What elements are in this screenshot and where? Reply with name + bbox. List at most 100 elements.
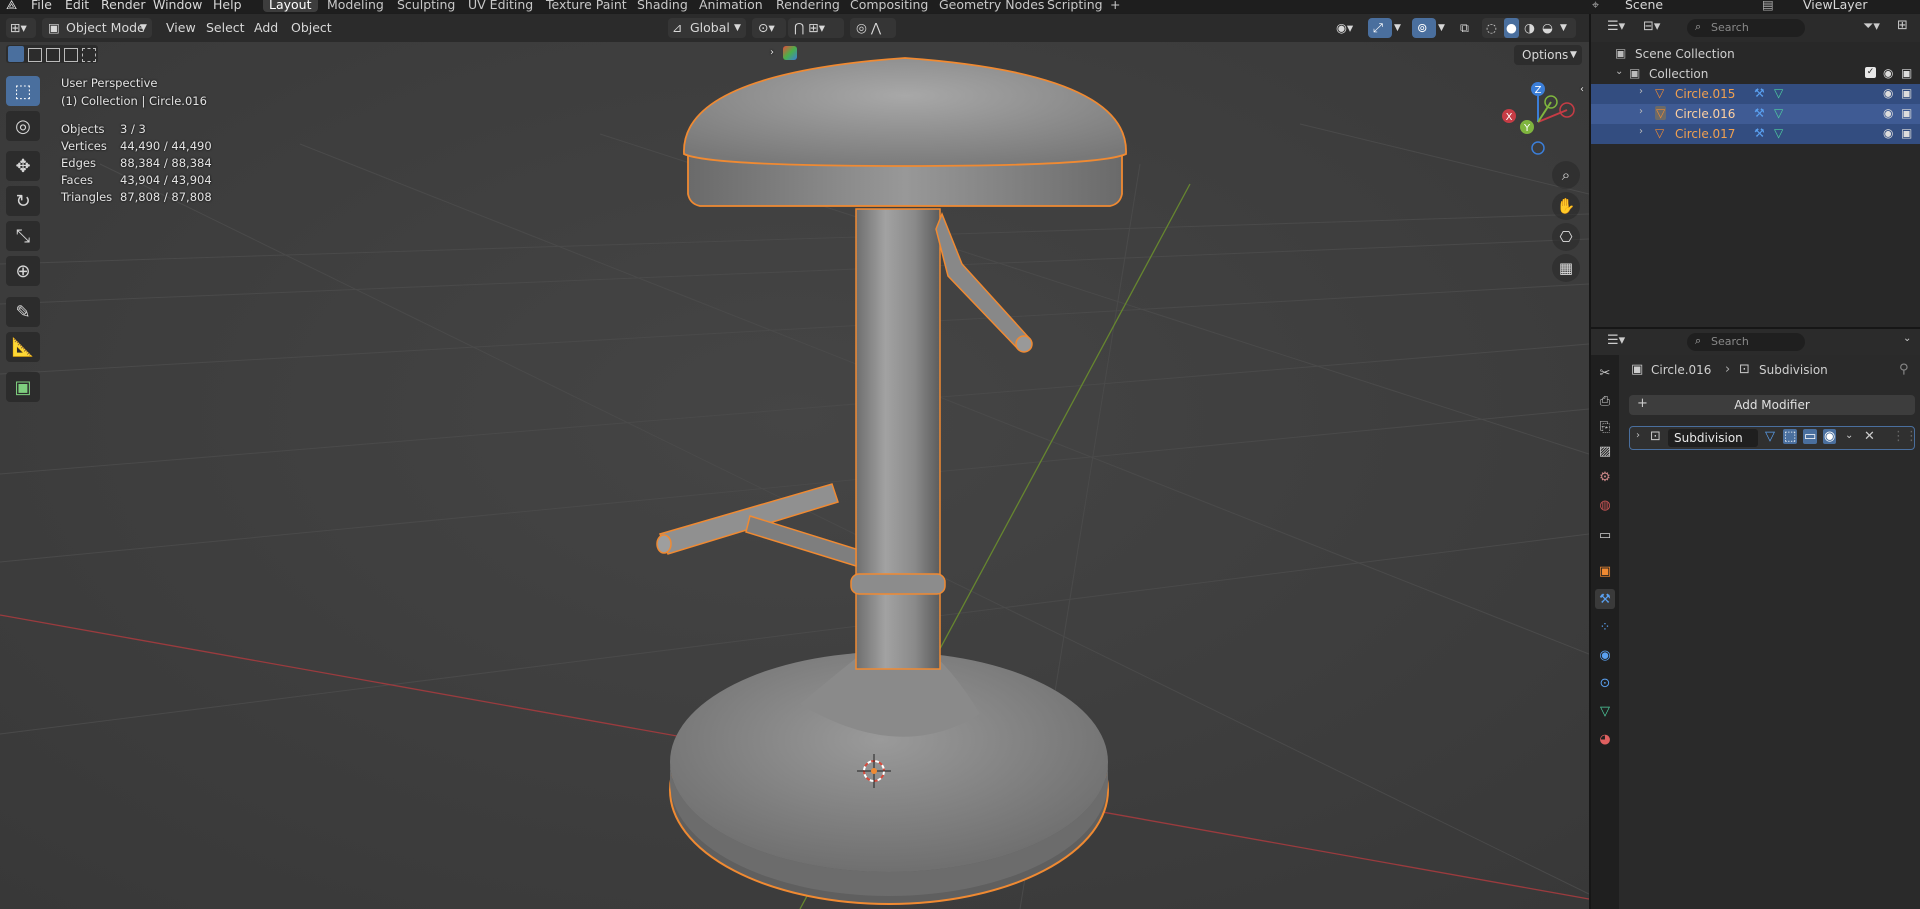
menu-select[interactable]: Select — [206, 18, 245, 38]
3d-viewport[interactable]: ⊞▾ ▣ Object Mode ▼ View Select Add Objec… — [0, 14, 1589, 909]
sidebar-collapse-icon[interactable]: › — [770, 47, 774, 58]
material-shading-icon[interactable]: ◑ — [1524, 18, 1535, 38]
camera-view-button[interactable]: ⎔ — [1552, 223, 1580, 251]
scene-icon[interactable]: ⌖ — [1592, 0, 1599, 13]
eye-icon[interactable]: ◉ — [1883, 106, 1893, 120]
pin-icon[interactable]: ⚲ — [1899, 362, 1909, 377]
menu-render[interactable]: Render — [101, 0, 146, 12]
transform-tool[interactable]: ⊕ — [6, 256, 40, 286]
menu-file[interactable]: File — [31, 0, 52, 12]
outliner-search-input[interactable]: ⌕ Search — [1687, 19, 1805, 37]
eye-icon[interactable]: ◉ — [1883, 86, 1893, 100]
transform-orientation-dropdown[interactable]: ⊿ Global ▼ — [668, 18, 746, 38]
mesh-data-icon[interactable]: ▽ — [1774, 106, 1783, 120]
display-mode-icon[interactable]: ⊟▾ — [1643, 19, 1660, 34]
outliner-scene-collection[interactable]: ▣ Scene Collection — [1591, 44, 1920, 64]
add-cube-tool[interactable]: ▣ — [6, 372, 40, 402]
modifier-wrench-icon[interactable]: ⚒ — [1754, 126, 1765, 140]
annotate-tool[interactable]: ✎ — [6, 297, 40, 327]
editor-type-button[interactable]: ⊞▾ — [6, 18, 36, 38]
menu-view[interactable]: View — [166, 18, 196, 38]
tab-sculpting[interactable]: Sculpting — [397, 0, 455, 12]
eye-icon[interactable]: ◉ — [1883, 66, 1893, 80]
constraints-properties-icon[interactable]: ⊙ — [1595, 673, 1615, 693]
output-properties-icon[interactable]: ⎘ — [1595, 417, 1615, 437]
collection-properties-icon[interactable]: ▭ — [1595, 525, 1615, 545]
select-intersect-icon[interactable] — [82, 48, 96, 62]
perspective-toggle-button[interactable]: ▦ — [1552, 254, 1580, 282]
mesh-data-icon[interactable]: ▽ — [1774, 126, 1783, 140]
overlays-toggle[interactable]: ⊚ — [1412, 18, 1436, 38]
menu-object[interactable]: Object — [291, 18, 332, 38]
mesh-data-icon[interactable]: ▽ — [1774, 86, 1783, 100]
eye-icon[interactable]: ◉ — [1883, 126, 1893, 140]
modifier-name-field[interactable]: Subdivision — [1668, 429, 1758, 447]
camera-icon[interactable]: ▣ — [1901, 66, 1912, 80]
outliner-object-row[interactable]: › ▽ Circle.015 ⚒ ▽ ◉ ▣ — [1591, 84, 1920, 104]
drag-handle-icon[interactable]: ⋮⋮ — [1892, 429, 1918, 444]
measure-tool[interactable]: 📐 — [6, 332, 40, 362]
outliner-collection[interactable]: ⌄ ▣ Collection ✓ ◉ ▣ — [1591, 64, 1920, 84]
outliner-editor-icon[interactable]: ☰▾ — [1607, 19, 1625, 34]
chevron-down-icon[interactable]: ⌄ — [1903, 333, 1911, 344]
select-extend-icon[interactable] — [28, 48, 42, 62]
data-properties-icon[interactable]: ▽ — [1595, 701, 1615, 721]
solid-shading-icon[interactable]: ● — [1504, 18, 1519, 38]
tab-layout[interactable]: Layout — [263, 0, 318, 12]
view-layer-properties-icon[interactable]: ▨ — [1595, 441, 1615, 461]
chevron-right-icon[interactable]: › — [1639, 86, 1643, 97]
tab-scripting[interactable]: Scripting — [1047, 0, 1103, 12]
rendered-shading-icon[interactable]: ◒ — [1542, 18, 1553, 38]
gizmo-toggle[interactable]: ⤢ — [1368, 18, 1392, 38]
on-cage-toggle-icon[interactable]: ⬚ — [1783, 429, 1798, 444]
particles-properties-icon[interactable]: ⁘ — [1595, 617, 1615, 637]
tab-animation[interactable]: Animation — [699, 0, 763, 12]
physics-properties-icon[interactable]: ◉ — [1595, 645, 1615, 665]
blender-logo-icon[interactable]: ⟁ — [6, 0, 17, 13]
edit-mode-toggle-icon[interactable]: ▽ — [1765, 429, 1775, 444]
pan-view-button[interactable]: ✋ — [1552, 192, 1580, 220]
mode-selector[interactable]: ▣ Object Mode ▼ — [42, 18, 152, 38]
tab-compositing[interactable]: Compositing — [850, 0, 928, 12]
tab-uv-editing[interactable]: UV Editing — [468, 0, 533, 12]
chevron-right-icon[interactable]: › — [1636, 430, 1640, 441]
menu-edit[interactable]: Edit — [65, 0, 89, 12]
tab-rendering[interactable]: Rendering — [776, 0, 840, 12]
wireframe-shading-icon[interactable]: ◌ — [1486, 18, 1497, 38]
chevron-right-icon[interactable]: › — [1639, 106, 1643, 117]
add-modifier-button[interactable]: + Add Modifier — [1629, 395, 1915, 415]
subdivision-modifier-panel[interactable]: › ⊡ Subdivision ▽ ⬚ ▭ ◉ ⌄ ✕ ⋮⋮ — [1629, 426, 1918, 450]
zoom-view-button[interactable]: ⌕ — [1552, 161, 1580, 189]
shading-modes[interactable]: ◌ ● ◑ ◒ ▼ — [1482, 18, 1576, 38]
stool-pole[interactable] — [850, 208, 946, 670]
world-properties-icon[interactable]: ◍ — [1595, 495, 1615, 515]
tool-properties-icon[interactable]: ✂ — [1595, 363, 1615, 383]
rotate-tool[interactable]: ↻ — [6, 186, 40, 216]
chevron-down-icon[interactable]: ⌄ — [1845, 430, 1853, 441]
select-new-icon[interactable] — [8, 46, 24, 62]
scene-name[interactable]: Scene — [1625, 0, 1663, 12]
navigation-gizmo[interactable]: Z X Y — [1495, 76, 1585, 166]
color-palette-icon[interactable] — [783, 46, 797, 60]
select-box-tool[interactable]: ⬚ — [6, 76, 40, 106]
chevron-down-icon[interactable]: ▼ — [1394, 18, 1401, 38]
chevron-down-icon[interactable]: ⌄ — [1615, 66, 1623, 77]
move-tool[interactable]: ✥ — [6, 151, 40, 181]
camera-icon[interactable]: ▣ — [1901, 86, 1912, 100]
render-toggle-icon[interactable]: ◉ — [1823, 429, 1837, 444]
filter-icon[interactable]: ⏷▾ — [1863, 19, 1880, 34]
tab-modeling[interactable]: Modeling — [327, 0, 384, 12]
select-subtract-icon[interactable] — [46, 48, 60, 62]
outliner-object-row[interactable]: › ▽ Circle.017 ⚒ ▽ ◉ ▣ — [1591, 124, 1920, 144]
xray-icon[interactable]: ⧉ — [1460, 18, 1469, 38]
scene-properties-icon[interactable]: ⚙ — [1595, 467, 1615, 487]
render-properties-icon[interactable]: ⎙ — [1595, 391, 1615, 411]
camera-icon[interactable]: ▣ — [1901, 126, 1912, 140]
new-collection-icon[interactable]: ⊞ — [1897, 18, 1908, 33]
select-invert-icon[interactable] — [64, 48, 78, 62]
proportional-editing-button[interactable]: ◎ ⋀ — [850, 18, 896, 38]
properties-editor-icon[interactable]: ☰▾ — [1607, 333, 1625, 348]
chevron-down-icon[interactable]: ▼ — [1560, 18, 1567, 38]
realtime-display-icon[interactable]: ▭ — [1803, 429, 1818, 444]
cursor-tool[interactable]: ◎ — [6, 111, 40, 141]
